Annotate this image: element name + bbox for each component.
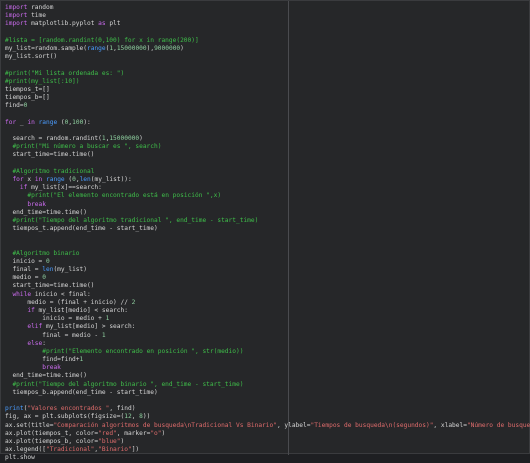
code-line[interactable]: ​ — [5, 397, 527, 405]
code-line[interactable]: import matplotlib.pyplot as plt — [5, 20, 527, 28]
code-line[interactable]: find=0 — [5, 102, 527, 110]
code-line[interactable]: #print("El elemento encontrado está en p… — [5, 192, 527, 200]
code-line[interactable]: for _ in range (0,100): — [5, 119, 527, 127]
code-line[interactable]: ax.legend(["Tradicional","Binario"]) — [5, 446, 527, 454]
code-line[interactable]: ​ — [5, 61, 527, 69]
code-line[interactable]: final = len(my_list) — [5, 266, 527, 274]
code-line[interactable]: ​ — [5, 241, 527, 249]
code-line[interactable]: #print("Mi lista ordenada es: ") — [5, 70, 527, 78]
code-line[interactable]: #print("Mi número a buscar es ", search) — [5, 143, 527, 151]
code-line[interactable]: ax.set(title="Comparación algoritmos de … — [5, 422, 530, 430]
code-line[interactable]: fig, ax = plt.subplots(figsize=(12, 8)) — [5, 413, 527, 421]
code-line[interactable]: end_time=time.time() — [5, 372, 527, 380]
code-line[interactable]: else: — [5, 340, 527, 348]
code-line[interactable]: #Algoritmo tradicional — [5, 168, 527, 176]
code-line[interactable]: print("Valores encontrados ", find) — [5, 405, 527, 413]
code-line[interactable]: tiempos_b=[] — [5, 94, 527, 102]
code-line[interactable]: tiempos_t=[] — [5, 86, 527, 94]
code-line[interactable]: tiempos_t.append(end_time - start_time) — [5, 225, 527, 233]
code-line[interactable]: while inicio < final: — [5, 291, 527, 299]
code-line[interactable]: break — [5, 364, 527, 372]
code-line[interactable]: break — [5, 201, 527, 209]
code-line[interactable]: ax.plot(tiempos_b, color="blue") — [5, 438, 527, 446]
code-line[interactable]: ​ — [5, 110, 527, 118]
code-line[interactable]: ​ — [5, 160, 527, 168]
code-line[interactable]: ​ — [5, 127, 527, 135]
code-line[interactable]: ax.plot(tiempos_t, color="red", marker="… — [5, 430, 527, 438]
code-line[interactable]: medio = 0 — [5, 274, 527, 282]
code-line[interactable]: ​ — [5, 29, 527, 37]
code-editor[interactable]: import random import time import matplotli… — [0, 0, 530, 461]
code-line[interactable]: final = medio - 1 — [5, 332, 527, 340]
code-line[interactable]: import time — [5, 12, 527, 20]
code-line[interactable]: #print("Tiempo del algoritmo binario ", … — [5, 381, 527, 389]
code-line[interactable]: plt.show — [5, 454, 527, 462]
code-line[interactable]: import random — [5, 4, 527, 12]
code-line[interactable]: #Algoritmo binario — [5, 250, 527, 258]
code-line[interactable]: my_list=random.sample(range(1,15000000),… — [5, 45, 527, 53]
code-line[interactable]: my_list.sort() — [5, 53, 527, 61]
code-line[interactable]: start_time=time.time() — [5, 282, 527, 290]
code-area[interactable]: import random import time import matplotli… — [5, 4, 530, 463]
code-line[interactable]: #print("Tiempo del algoritmo tradicional… — [5, 217, 527, 225]
code-line[interactable]: find=find+1 — [5, 356, 527, 364]
code-line[interactable]: if my_list[medio] < search: — [5, 307, 527, 315]
code-line[interactable]: tiempos_b.append(end_time - start_time) — [5, 389, 527, 397]
code-line[interactable]: inicio = medio + 1 — [5, 315, 527, 323]
code-line[interactable]: medio = (final + inicio) // 2 — [5, 299, 527, 307]
code-line[interactable]: ​ — [5, 233, 527, 241]
code-line[interactable]: #print(my_list[:10]) — [5, 78, 527, 86]
code-line[interactable]: #lista = [random.randint(0,100) for x in… — [5, 37, 527, 45]
code-line[interactable]: search = random.randint(1,15000000) — [5, 135, 527, 143]
code-line[interactable]: #print("Elemento encontrado en posición … — [5, 348, 527, 356]
code-line[interactable]: start_time=time.time() — [5, 151, 527, 159]
code-line[interactable]: inicio = 0 — [5, 258, 527, 266]
code-line[interactable]: end_time=time.time() — [5, 209, 527, 217]
code-line[interactable]: elif my_list[medio] > search: — [5, 323, 527, 331]
code-line[interactable]: for x in range (0,len(my_list)): — [5, 176, 527, 184]
